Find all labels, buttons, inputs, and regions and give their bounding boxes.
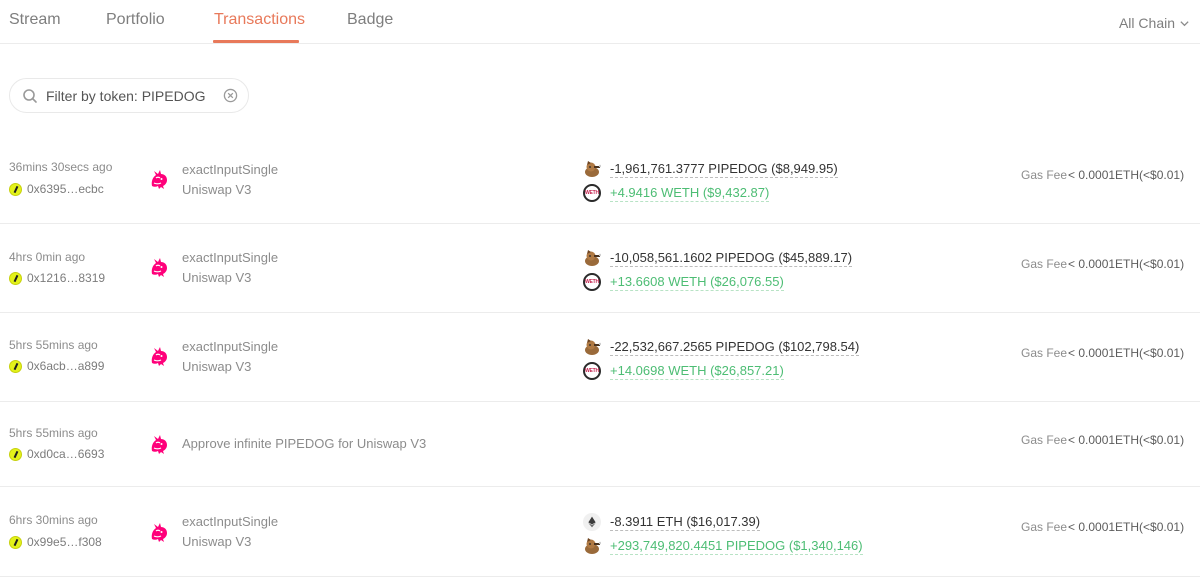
tx-protocol: Uniswap V3: [182, 359, 252, 374]
gas-fee-value: < 0.0001ETH(<$0.01): [1068, 520, 1185, 534]
chain-icon: [9, 359, 22, 373]
gas-fee-value: < 0.0001ETH(<$0.01): [1068, 346, 1185, 360]
tx-hash-text: 0x1216…8319: [27, 271, 106, 285]
token-out-amount: -22,532,667.2565 PIPEDOG ($102,798.54): [610, 338, 860, 356]
tx-protocol: Uniswap V3: [182, 534, 252, 549]
token-in[interactable]: WETH +4.9416 WETH ($9,432.87): [583, 184, 770, 202]
token-out[interactable]: -22,532,667.2565 PIPEDOG ($102,798.54): [583, 338, 860, 356]
gas-fee-label: Gas Fee: [1021, 433, 1068, 447]
tx-hash-text: 0x6395…ecbc: [27, 182, 104, 196]
transaction-row: [0, 402, 1200, 487]
tx-hash-link[interactable]: 0x6395…ecbc: [9, 182, 104, 196]
pipedog-token-icon: [583, 537, 602, 555]
uniswap-unicorn-icon: [146, 166, 172, 192]
tx-time: 6hrs 30mins ago: [9, 513, 98, 527]
clear-filter-icon[interactable]: [223, 88, 238, 103]
tx-hash-link[interactable]: 0x1216…8319: [9, 271, 105, 285]
tx-time: 4hrs 0min ago: [9, 250, 86, 264]
search-icon: [23, 88, 37, 103]
transaction-row: [0, 136, 1200, 224]
pipedog-token-icon: [583, 160, 602, 178]
tx-hash-link[interactable]: 0x99e5…f308: [9, 535, 102, 549]
token-filter[interactable]: Filter by token: PIPEDOG: [9, 78, 249, 113]
token-in[interactable]: +293,749,820.4451 PIPEDOG ($1,340,146): [583, 537, 863, 555]
chain-icon: [9, 271, 22, 285]
tx-time: 5hrs 55mins ago: [9, 338, 98, 352]
token-in-amount: +14.0698 WETH ($26,857.21): [610, 362, 784, 380]
chain-icon: [9, 182, 22, 196]
tx-hash-text: 0x6acb…a899: [27, 359, 105, 373]
tx-time: 5hrs 55mins ago: [9, 426, 98, 440]
weth-token-icon: WETH: [583, 184, 601, 202]
token-out[interactable]: -1,961,761.3777 PIPEDOG ($8,949.95): [583, 160, 838, 178]
tx-approve-description: Approve infinite PIPEDOG for Uniswap V3: [182, 436, 427, 451]
tab-transactions[interactable]: Transactions: [214, 11, 305, 29]
gas-fee-label: Gas Fee: [1021, 520, 1068, 534]
tx-hash-text: 0x99e5…f308: [27, 535, 102, 549]
gas-fee-value: < 0.0001ETH(<$0.01): [1068, 433, 1185, 447]
token-out-amount: -8.3911 ETH ($16,017.39): [610, 513, 761, 531]
token-in-amount: +4.9416 WETH ($9,432.87): [610, 184, 770, 202]
token-out[interactable]: -8.3911 ETH ($16,017.39): [583, 513, 761, 531]
pipedog-token-icon: [583, 249, 602, 267]
token-out-amount: -10,058,561.1602 PIPEDOG ($45,889.17): [610, 249, 853, 267]
chevron-down-icon: [1180, 20, 1189, 26]
tab-bar: Stream Portfolio Transactions Badge All …: [0, 0, 1200, 44]
token-out[interactable]: -10,058,561.1602 PIPEDOG ($45,889.17): [583, 249, 853, 267]
token-in[interactable]: WETH +14.0698 WETH ($26,857.21): [583, 362, 784, 380]
transaction-row: [0, 224, 1200, 313]
tab-badge[interactable]: Badge: [347, 11, 393, 29]
tx-method: exactInputSingle: [182, 514, 279, 529]
gas-fee-value: < 0.0001ETH(<$0.01): [1068, 168, 1185, 182]
token-out-amount: -1,961,761.3777 PIPEDOG ($8,949.95): [610, 160, 838, 178]
token-in-amount: +13.6608 WETH ($26,076.55): [610, 273, 784, 291]
transaction-row: [0, 313, 1200, 402]
uniswap-unicorn-icon: [146, 343, 172, 369]
tx-time: 36mins 30secs ago: [9, 160, 113, 174]
tab-stream[interactable]: Stream: [9, 11, 61, 29]
tx-protocol: Uniswap V3: [182, 270, 252, 285]
tx-method: exactInputSingle: [182, 250, 279, 265]
tx-protocol: Uniswap V3: [182, 182, 252, 197]
tx-hash-link[interactable]: 0xd0ca…6693: [9, 447, 104, 461]
tab-portfolio[interactable]: Portfolio: [106, 11, 165, 29]
active-tab-indicator: [213, 40, 299, 43]
tx-method: exactInputSingle: [182, 339, 279, 354]
gas-fee-label: Gas Fee: [1021, 168, 1068, 182]
tx-hash-text: 0xd0ca…6693: [27, 447, 105, 461]
weth-token-icon: WETH: [583, 362, 601, 380]
filter-text: Filter by token: PIPEDOG: [46, 87, 206, 104]
uniswap-unicorn-icon: [146, 431, 172, 457]
gas-fee-label: Gas Fee: [1021, 257, 1068, 271]
gas-fee-label: Gas Fee: [1021, 346, 1068, 360]
uniswap-unicorn-icon: [146, 254, 172, 280]
transaction-row: [0, 487, 1200, 577]
pipedog-token-icon: [583, 338, 602, 356]
chain-icon: [9, 535, 22, 549]
token-in[interactable]: WETH +13.6608 WETH ($26,076.55): [583, 273, 784, 291]
weth-token-icon: WETH: [583, 273, 601, 291]
token-in-amount: +293,749,820.4451 PIPEDOG ($1,340,146): [610, 537, 863, 555]
chain-selector[interactable]: All Chain: [1119, 15, 1190, 31]
gas-fee-value: < 0.0001ETH(<$0.01): [1068, 257, 1185, 271]
uniswap-unicorn-icon: [146, 519, 172, 545]
chain-selector-label: All Chain: [1118, 15, 1175, 31]
tx-method: exactInputSingle: [182, 162, 279, 177]
tx-hash-link[interactable]: 0x6acb…a899: [9, 359, 104, 373]
chain-icon: [9, 447, 22, 461]
eth-token-icon: [583, 513, 601, 531]
